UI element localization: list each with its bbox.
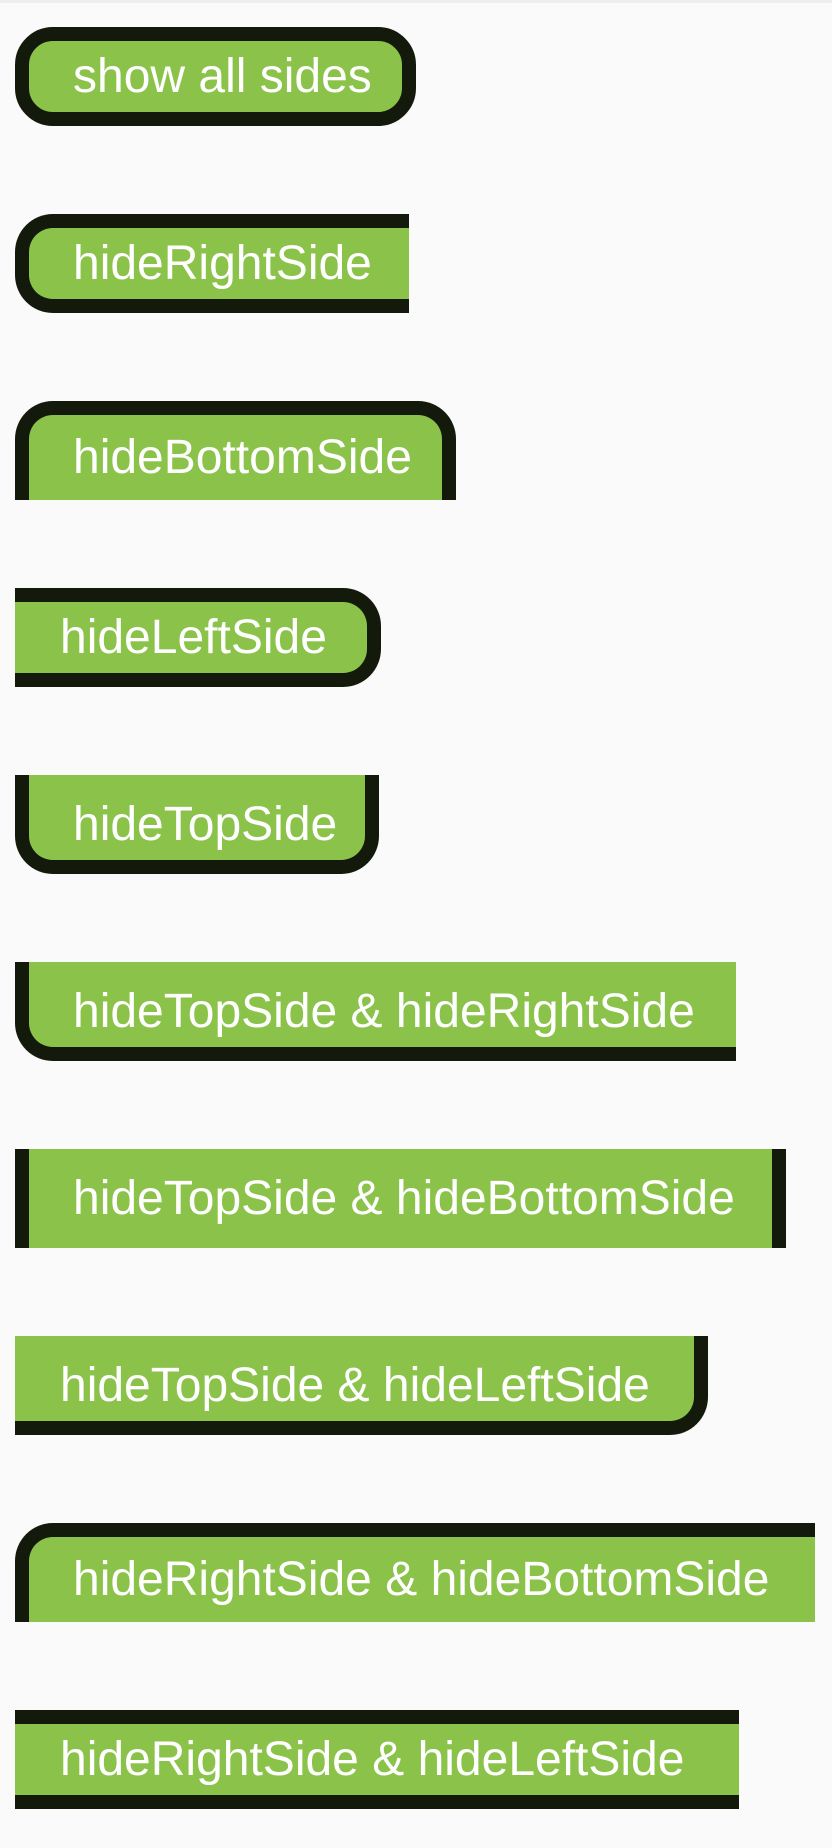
button-label: hideRightSide & hideLeftSide (60, 1733, 685, 1786)
button-label: hideLeftSide (60, 611, 327, 664)
button-label: hideTopSide & hideBottomSide (73, 1172, 735, 1225)
button-label: hideRightSide (73, 237, 372, 290)
hide-top-side-button[interactable]: hideTopSide (15, 775, 379, 874)
hide-top-and-left-side-button[interactable]: hideTopSide & hideLeftSide (15, 1336, 708, 1435)
screen: show all sides hideRightSide hideBottomS… (0, 0, 832, 1848)
hide-top-and-bottom-side-button[interactable]: hideTopSide & hideBottomSide (15, 1149, 786, 1248)
button-label: hideTopSide & hideLeftSide (60, 1359, 650, 1412)
hide-bottom-side-button[interactable]: hideBottomSide (15, 401, 456, 500)
top-divider (0, 0, 832, 3)
button-label: show all sides (73, 50, 372, 103)
button-label: hideBottomSide (73, 431, 412, 484)
show-all-sides-button[interactable]: show all sides (15, 27, 416, 126)
button-label: hideRightSide & hideBottomSide (73, 1553, 770, 1606)
hide-left-side-button[interactable]: hideLeftSide (15, 588, 381, 687)
button-label: hideTopSide & hideRightSide (73, 985, 695, 1038)
button-label: hideTopSide (73, 798, 338, 851)
hide-right-side-button[interactable]: hideRightSide (15, 214, 409, 313)
hide-right-and-left-side-button[interactable]: hideRightSide & hideLeftSide (15, 1710, 739, 1809)
hide-top-and-right-side-button[interactable]: hideTopSide & hideRightSide (15, 962, 736, 1061)
hide-right-and-bottom-side-button[interactable]: hideRightSide & hideBottomSide (15, 1523, 815, 1622)
